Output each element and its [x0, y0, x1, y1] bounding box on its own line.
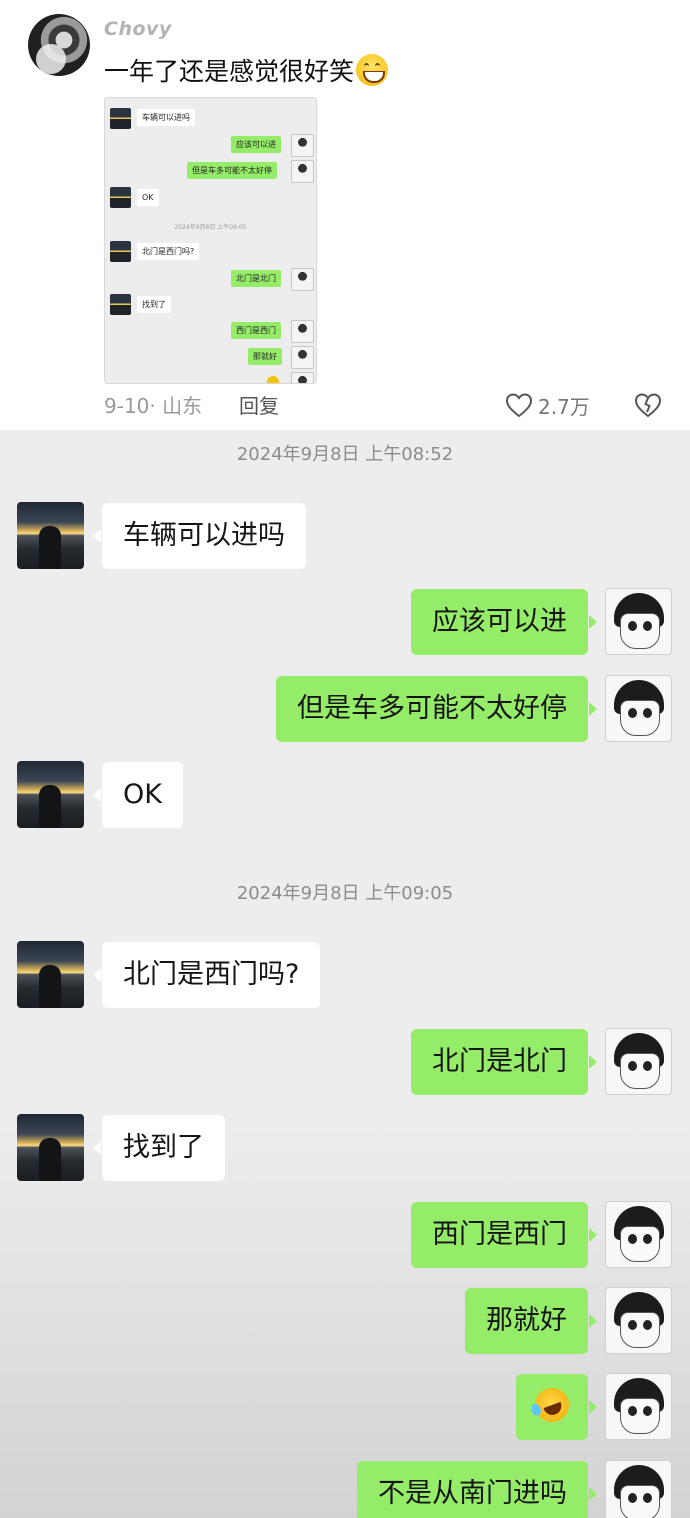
comment-image-thumbnail[interactable]: 车辆可以进吗 应该可以进 但是车多可能不太好停 OK 2024年9月8日 上午0… [104, 97, 317, 384]
thumb-bubble: 找到了 [137, 296, 171, 313]
self-avatar[interactable] [605, 1287, 672, 1354]
commenter-avatar[interactable] [28, 14, 90, 76]
self-avatar[interactable] [605, 1373, 672, 1440]
thumb-bubble: 应该可以进 [231, 136, 281, 153]
thumb-avatar-left [110, 241, 131, 262]
self-avatar[interactable] [605, 675, 672, 742]
outgoing-emoji-message [516, 1374, 597, 1440]
chat-screenshot: 2024年9月8日 上午08:52 车辆可以进吗 应该可以进 但是车多可能不太好… [0, 430, 690, 1518]
like-count: 2.7万 [538, 395, 590, 419]
incoming-message: OK [93, 762, 183, 828]
rolling-on-floor-laughing-emoji [530, 1383, 574, 1427]
outgoing-message: 应该可以进 [411, 589, 597, 655]
thumb-avatar-left [110, 108, 131, 129]
chat-timestamp: 2024年9月8日 上午09:05 [236, 883, 454, 904]
thumb-laugh-emoji [267, 376, 279, 383]
grinning-face-emoji [356, 54, 389, 86]
contact-avatar[interactable] [17, 502, 84, 569]
chat-timestamp: 2024年9月8日 上午08:52 [236, 444, 454, 465]
heart-icon[interactable] [505, 392, 533, 418]
outgoing-message: 西门是西门 [411, 1202, 597, 1268]
incoming-message: 找到了 [93, 1115, 225, 1181]
thumb-bubble: 那就好 [248, 348, 282, 365]
self-avatar[interactable] [605, 588, 672, 655]
thumb-avatar-left [110, 294, 131, 315]
thumb-bubble: 车辆可以进吗 [137, 109, 195, 126]
thumb-avatar-right [291, 134, 314, 157]
reply-button[interactable]: 回复 [239, 390, 279, 419]
thumb-bubble: 北门是北门 [231, 270, 281, 287]
comment-date-location: 9-10· 山东 [104, 394, 203, 418]
outgoing-message: 那就好 [465, 1288, 597, 1354]
thumb-bubble: 西门是西门 [231, 322, 281, 339]
contact-avatar[interactable] [17, 761, 84, 828]
thumb-bubble: OK [137, 189, 159, 206]
comment-text-content: 一年了还是感觉很好笑 [104, 57, 355, 86]
outgoing-message: 北门是北门 [411, 1029, 597, 1095]
contact-avatar[interactable] [17, 941, 84, 1008]
contact-avatar[interactable] [17, 1114, 84, 1181]
self-avatar[interactable] [605, 1460, 672, 1518]
self-avatar[interactable] [605, 1201, 672, 1268]
broken-heart-icon[interactable] [634, 392, 662, 418]
thumb-bubble: 北门是西门吗? [137, 243, 200, 260]
thumb-avatar-right [291, 268, 314, 291]
comment-card: Chovy 一年了还是感觉很好笑 车辆可以进吗 应该可以进 但是车多可能不太好停… [0, 0, 690, 430]
thumb-bubble: 但是车多可能不太好停 [187, 162, 277, 179]
thumb-avatar-left [110, 187, 131, 208]
thumb-timestamp: 2024年9月8日 上午09:05 [174, 224, 247, 231]
outgoing-message: 不是从南门进吗 [357, 1461, 597, 1518]
commenter-username[interactable]: Chovy [104, 18, 172, 40]
thumb-avatar-right [291, 372, 314, 383]
thumb-avatar-right [291, 346, 314, 369]
thumb-avatar-right [291, 320, 314, 343]
outgoing-message: 但是车多可能不太好停 [276, 676, 597, 742]
incoming-message: 北门是西门吗? [92, 942, 321, 1008]
comment-text: 一年了还是感觉很好笑 [104, 52, 389, 88]
incoming-message: 车辆可以进吗 [93, 503, 306, 569]
self-avatar[interactable] [605, 1028, 672, 1095]
thumb-avatar-right [291, 160, 314, 183]
